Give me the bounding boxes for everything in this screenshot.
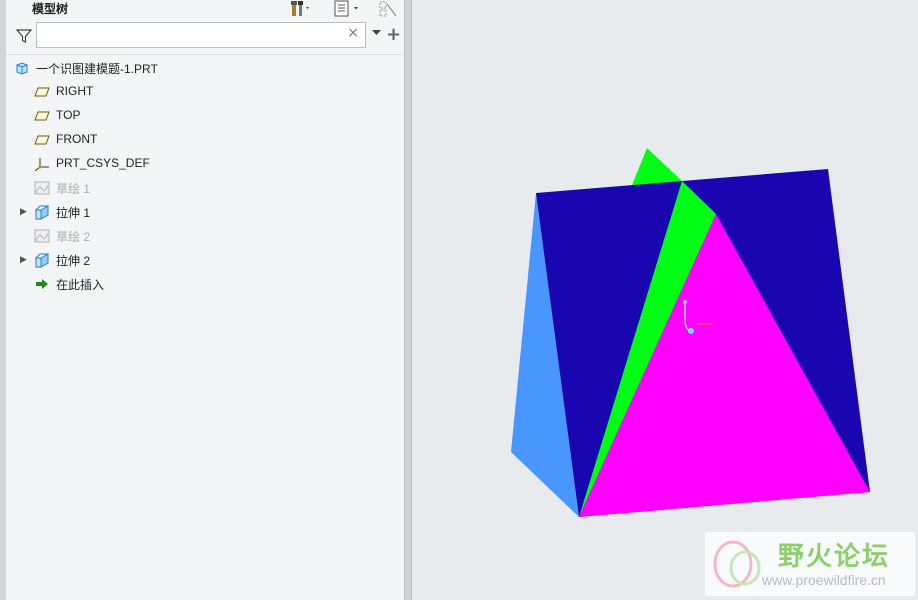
tree-item-label: 在此插入 [56, 278, 105, 292]
model-tree-header: 模型树 [6, 0, 404, 20]
extrude-icon [34, 253, 50, 268]
tree-item-extrude-1[interactable]: ▶ 拉伸 1 [6, 200, 404, 224]
tree-item-sketch-1[interactable]: 草绘 1 [6, 176, 404, 200]
coordinate-system-icon [34, 158, 49, 172]
hammer-settings-icon [291, 1, 309, 16]
tree-item-extrude-2[interactable]: ▶ 拉伸 2 [6, 248, 404, 272]
extrude-icon [34, 205, 50, 220]
tree-item-label: 一个识图建模题-1.PRT [36, 62, 158, 76]
tree-item-label: 草绘 2 [56, 230, 91, 244]
tree-item-label: TOP [56, 108, 81, 122]
graphics-viewport[interactable] [412, 0, 918, 600]
watermark-url: www.proewildfire.cn [762, 572, 886, 588]
tree-item-part[interactable]: 一个识图建模题-1.PRT [6, 56, 404, 80]
model-3d-view[interactable] [412, 0, 918, 600]
visibility-filter-button[interactable] [378, 0, 398, 18]
tree-item-label: PRT_CSYS_DEF [56, 156, 150, 170]
sketch-icon [34, 181, 50, 195]
tree-item-insert-here[interactable]: 在此插入 [6, 272, 404, 296]
list-options-icon [334, 0, 358, 17]
add-filter-icon[interactable]: + [386, 24, 401, 45]
datum-plane-icon [34, 87, 50, 97]
tree-item-sketch-2[interactable]: 草绘 2 [6, 224, 404, 248]
show-options-button[interactable] [334, 0, 362, 18]
tree-item-label: FRONT [56, 132, 98, 146]
insert-here-arrow-icon [36, 279, 48, 289]
panel-splitter[interactable] [404, 0, 412, 600]
datum-plane-icon [34, 111, 50, 121]
tree-settings-button[interactable] [290, 0, 312, 18]
tree-item-front[interactable]: FRONT [6, 128, 404, 152]
tree-search-field[interactable]: × [36, 22, 366, 48]
tree-item-label: RIGHT [56, 84, 94, 98]
expand-arrow-icon[interactable]: ▶ [20, 255, 27, 265]
triad-origin-icon [688, 328, 694, 334]
tree-item-right[interactable]: RIGHT [6, 80, 404, 104]
tree-item-label: 拉伸 1 [56, 206, 91, 220]
watermark-title: 野火论坛 [778, 542, 891, 572]
tree-item-top[interactable]: TOP [6, 104, 404, 128]
search-dropdown-icon[interactable] [372, 30, 381, 36]
part-icon [16, 62, 28, 75]
filter-icon[interactable] [16, 28, 32, 44]
hidden-items-icon [379, 1, 397, 17]
sketch-icon [34, 229, 50, 243]
tree-search-input[interactable] [41, 24, 345, 48]
model-tree-title: 模型树 [32, 2, 69, 16]
tree-item-csys[interactable]: PRT_CSYS_DEF [6, 152, 404, 176]
tree-item-label: 草绘 1 [56, 182, 91, 196]
header-separator [6, 54, 404, 55]
tree-item-label: 拉伸 2 [56, 254, 91, 268]
datum-plane-icon [34, 135, 50, 145]
clear-search-icon[interactable]: × [347, 25, 359, 41]
tree-filter-row: × + [6, 22, 404, 50]
triad-top-point-icon [683, 300, 687, 304]
expand-arrow-icon[interactable]: ▶ [20, 207, 27, 217]
